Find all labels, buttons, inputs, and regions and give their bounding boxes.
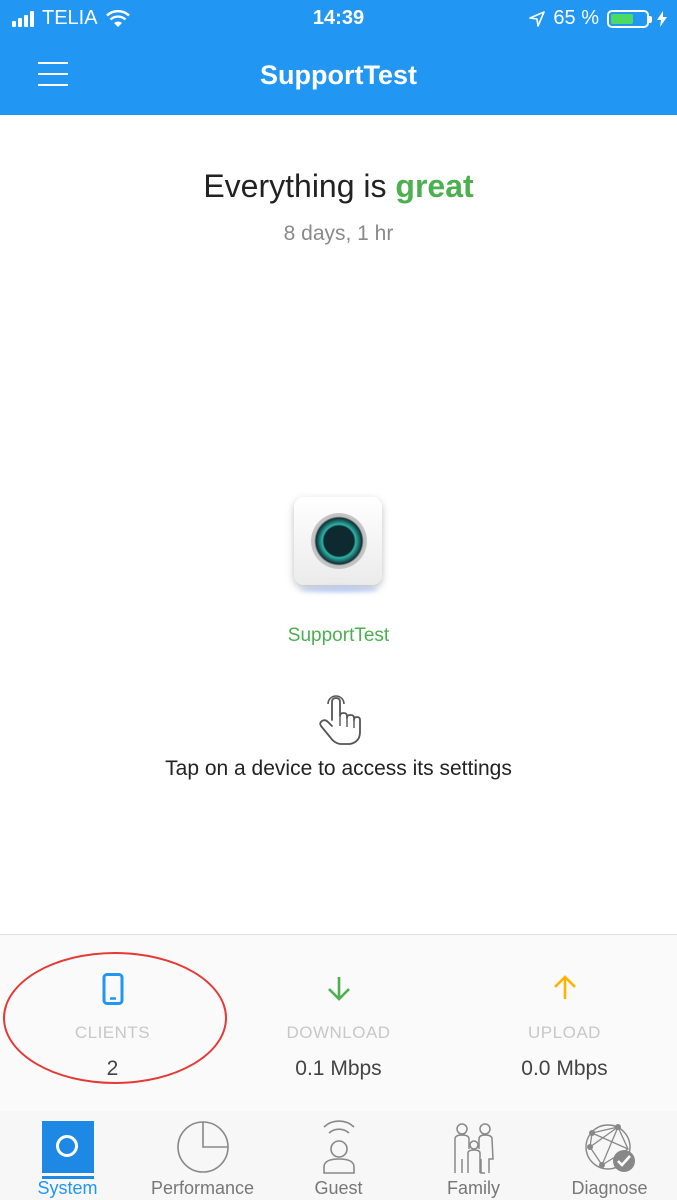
location-arrow-icon	[529, 10, 546, 27]
tab-system[interactable]: System	[0, 1111, 135, 1200]
stat-download[interactable]: DOWNLOAD 0.1 Mbps	[226, 935, 451, 1111]
tap-device-hint: Tap on a device to access its settings	[165, 757, 512, 780]
router-name[interactable]: SupportTest	[0, 625, 677, 647]
stat-download-icon-wrap	[226, 973, 451, 1005]
charging-bolt-icon	[657, 10, 667, 27]
stat-upload-label: UPLOAD	[528, 1023, 601, 1042]
battery-percent: 65 %	[553, 7, 599, 29]
arrow-down-icon	[327, 977, 350, 1001]
stats-panel: CLIENTS 2 DOWNLOAD 0.1 Mbps UPLOAD 0.0 M…	[0, 934, 677, 1112]
router-display	[311, 513, 367, 569]
stat-clients-label: CLIENTS	[74, 1023, 151, 1042]
router-device[interactable]	[290, 495, 388, 593]
tab-family[interactable]: Family	[406, 1111, 541, 1200]
stat-upload-value: 0.0 Mbps	[521, 1057, 608, 1080]
tab-guest[interactable]: Guest	[271, 1111, 406, 1200]
status-right: 65 %	[529, 7, 667, 30]
tab-guest-label: Guest	[314, 1178, 363, 1198]
battery-icon	[607, 9, 652, 28]
arrow-up-icon	[553, 975, 576, 999]
tab-performance-label: Performance	[150, 1178, 255, 1198]
nav-title: SupportTest	[260, 60, 417, 90]
router-image	[294, 497, 382, 585]
tap-hand-icon	[319, 695, 361, 745]
pie-chart-icon	[176, 1121, 229, 1173]
stat-download-label: DOWNLOAD	[286, 1023, 391, 1042]
app-header: TELIA 14:39 65 % SupportTest	[0, 0, 677, 115]
bottom-tab-bar: System Performance Guest Family Diagnose	[0, 1111, 677, 1200]
system-icon	[41, 1121, 94, 1179]
stat-clients-value: 2	[106, 1057, 119, 1080]
headline-prefix: Everything is	[203, 168, 387, 204]
health-headline: Everything is great	[0, 168, 677, 205]
uptime-text: 8 days, 1 hr	[283, 222, 394, 245]
headline-status: great	[395, 168, 474, 204]
tab-diagnose[interactable]: Diagnose	[542, 1111, 677, 1200]
phone-icon	[102, 973, 123, 1005]
tab-diagnose-label: Diagnose	[571, 1178, 648, 1198]
status-bar: TELIA 14:39 65 %	[0, 0, 677, 38]
tab-family-label: Family	[447, 1178, 500, 1198]
stat-clients-icon-wrap	[0, 973, 225, 1005]
stat-download-value: 0.1 Mbps	[295, 1057, 382, 1080]
guest-wifi-icon	[322, 1120, 355, 1174]
tab-performance[interactable]: Performance	[135, 1111, 270, 1200]
battery-fill	[611, 13, 634, 24]
router-base-glow	[300, 587, 378, 592]
stat-clients[interactable]: CLIENTS 2	[0, 935, 225, 1111]
stat-upload-icon-wrap	[452, 973, 677, 1005]
diagnose-network-icon	[584, 1124, 635, 1172]
tab-system-label: System	[37, 1178, 98, 1198]
stat-upload[interactable]: UPLOAD 0.0 Mbps	[452, 935, 677, 1111]
family-icon	[453, 1123, 494, 1174]
